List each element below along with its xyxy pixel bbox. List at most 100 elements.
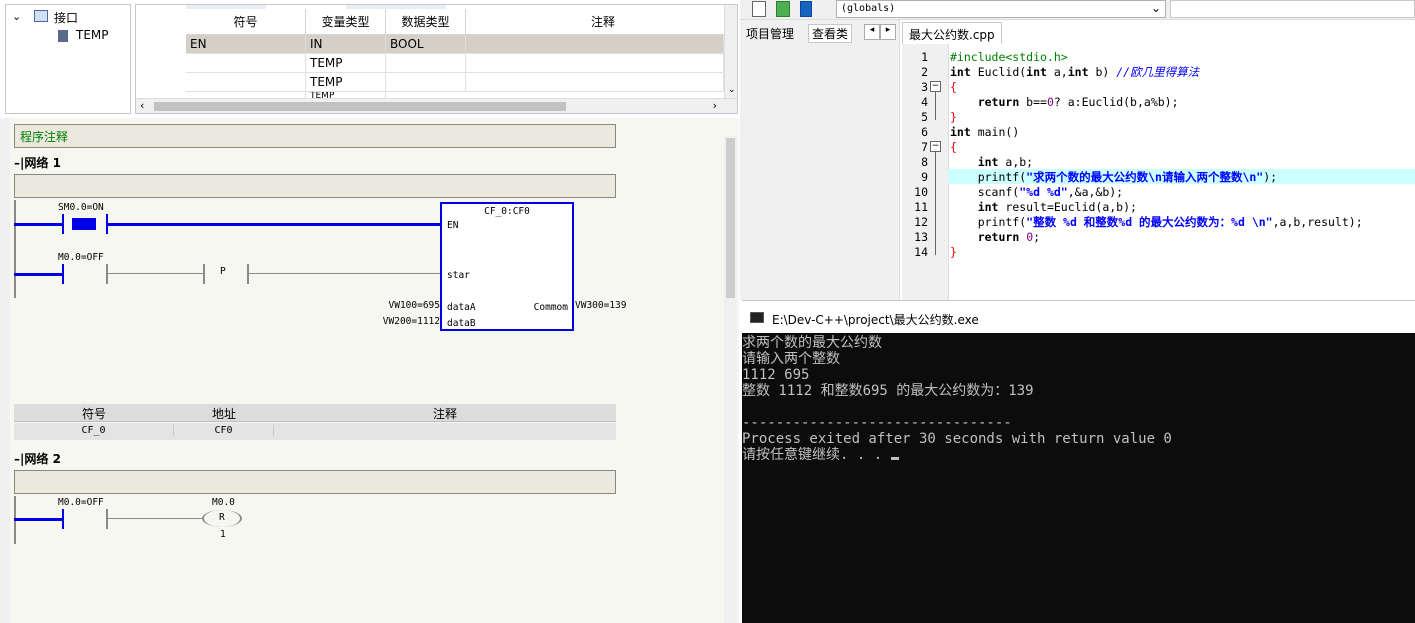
console-output[interactable]: 求两个数的最大公约数 请输入两个整数 1112 695 整数 1112 和整数6…	[742, 333, 1415, 623]
console-app-icon	[750, 312, 764, 323]
tree-item-interface[interactable]: 接口	[54, 9, 78, 26]
input-dataA-value[interactable]: VW100=695	[370, 300, 440, 311]
tree-item-temp[interactable]: TEMP	[76, 28, 109, 42]
line-number: 6	[921, 125, 928, 139]
line-number: 4	[921, 95, 928, 109]
pin-en: EN	[447, 220, 459, 231]
tab-scroll-right-icon[interactable]: ▸	[880, 24, 896, 40]
col-header-var-type[interactable]: 变量类型	[306, 9, 386, 35]
network-1-label[interactable]: –|网络 1	[14, 154, 61, 171]
pin-dataB: dataB	[447, 318, 476, 329]
line-number: 5	[921, 110, 928, 124]
contact-m0[interactable]	[62, 264, 64, 284]
console-window: E:\Dev-C++\project\最大公约数.exe 求两个数的最大公约数 …	[742, 300, 1415, 623]
code-line: int result=Euclid(a,b);	[977, 200, 1137, 214]
program-comment-box[interactable]: 程序注释	[14, 124, 616, 148]
line-number: 13	[914, 230, 928, 244]
line-number: 1	[921, 50, 928, 64]
code-line: return b==0? a:Euclid(b,a%b);	[977, 95, 1179, 109]
code-line: }	[950, 110, 957, 124]
code-line: int Euclid(int a,int b) //欧几里得算法	[950, 65, 1200, 79]
dev-cpp-ide: (globals) ⌄ 项目管理 查看类 ◂ ▸ 最大公约数.cpp	[740, 0, 1415, 300]
ide-toolbar: (globals) ⌄	[740, 0, 1415, 20]
globals-select[interactable]: (globals) ⌄	[836, 0, 1166, 18]
table-row[interactable]: CF_0 CF0	[14, 423, 616, 440]
code-line: {	[950, 80, 957, 94]
ladder-editor-panel: ⌄ 接口 TEMP 符号 变量类型 数据类型 注释 EN IN BOOL TEM…	[0, 0, 739, 623]
console-title: E:\Dev-C++\project\最大公约数.exe	[772, 313, 979, 327]
collapse-icon[interactable]: ⌄	[12, 10, 21, 23]
line-number: 2	[921, 65, 928, 79]
function-block-cf0[interactable]: CF_0:CF0 EN star dataA dataB Commom	[440, 202, 574, 331]
console-line: 请输入两个整数	[742, 351, 840, 367]
contact-sm0[interactable]	[72, 218, 96, 230]
contact-m0-2-label: M0.0=OFF	[58, 497, 104, 508]
contact-sm0-label: SM0.0=ON	[58, 202, 104, 213]
col-header-data-type[interactable]: 数据类型	[386, 9, 466, 35]
network-1-comment[interactable]	[14, 174, 616, 198]
project-pane: 项目管理 查看类 ◂ ▸	[740, 20, 900, 300]
line-number: 7	[921, 140, 928, 154]
pin-dataA: dataA	[447, 302, 476, 313]
sym-col-comment: 注释	[432, 407, 457, 421]
output-value[interactable]: VW300=139	[575, 300, 626, 311]
add-file-icon[interactable]	[776, 1, 790, 17]
code-line: printf("求两个数的最大公约数\n请输入两个整数\n");	[950, 170, 1278, 184]
console-line: Process exited after 30 seconds with ret…	[742, 431, 1172, 447]
console-titlebar[interactable]: E:\Dev-C++\project\最大公约数.exe	[742, 300, 1415, 333]
code-line: printf("整数 %d 和整数%d 的最大公约数为：%d \n",a,b,r…	[950, 215, 1363, 229]
new-file-icon[interactable]	[752, 1, 766, 17]
input-dataB-value[interactable]: VW200=1112	[360, 316, 440, 327]
program-comment: 程序注释	[20, 130, 69, 144]
cursor-icon	[890, 457, 899, 460]
interface-icon	[34, 10, 48, 22]
interface-tree: ⌄ 接口 TEMP	[5, 4, 131, 114]
line-number: 9	[921, 170, 928, 184]
line-number: 11	[914, 200, 928, 214]
code-line: int main()	[950, 125, 1020, 139]
code-line: return 0;	[977, 230, 1041, 244]
tab-project-manager[interactable]: 项目管理	[746, 25, 794, 42]
file-tab[interactable]: 最大公约数.cpp	[902, 22, 1002, 44]
col-header-comment[interactable]: 注释	[466, 9, 737, 35]
network-2-label[interactable]: –|网络 2	[14, 450, 61, 467]
fold-icon[interactable]: −	[930, 141, 941, 152]
coil-type: R	[219, 512, 225, 523]
code-line: }	[950, 245, 957, 259]
code-line: #include<stdio.h>	[950, 50, 1068, 64]
coil-count: 1	[220, 529, 226, 540]
line-number: 10	[914, 185, 928, 199]
pin-commom: Commom	[533, 302, 568, 313]
line-number: 3	[921, 80, 928, 94]
power-rail	[14, 200, 16, 298]
remove-file-icon[interactable]	[800, 1, 812, 17]
code-line: scanf("%d %d",&a,&b);	[950, 185, 1124, 199]
col-header-symbol[interactable]: 符号	[186, 9, 306, 35]
console-line: 请按任意键继续. . .	[742, 447, 899, 463]
contact-m0-label: M0.0=OFF	[58, 252, 104, 263]
contact-m0-2[interactable]	[62, 509, 64, 529]
tab-scroll-left-icon[interactable]: ◂	[864, 24, 880, 40]
console-line: --------------------------------	[742, 415, 1012, 431]
network-2-comment[interactable]	[14, 470, 616, 494]
vertical-scrollbar[interactable]: ⌄	[724, 5, 737, 100]
code-line: int a,b;	[977, 155, 1034, 169]
interface-table: 符号 变量类型 数据类型 注释 EN IN BOOL TEMP TEMP TEM…	[135, 4, 738, 114]
line-number: 14	[914, 245, 928, 259]
tab-class-view[interactable]: 查看类	[808, 24, 853, 43]
line-number: 8	[921, 155, 928, 169]
code-line: {	[950, 140, 957, 154]
sym-col-symbol: 符号	[81, 407, 106, 421]
console-line: 整数 1112 和整数695 的最大公约数为：139	[742, 383, 1034, 399]
horizontal-scrollbar[interactable]: ‹ ›	[136, 98, 737, 113]
sym-col-address: 地址	[211, 407, 236, 421]
console-line: 求两个数的最大公约数	[742, 335, 882, 351]
coil-address: M0.0	[212, 497, 235, 508]
ladder-program: 程序注释 –|网络 1 SM0.0=ON M0.0=OFF P CF_0:CF0…	[0, 118, 739, 623]
pin-star: star	[447, 270, 470, 281]
ladder-vertical-scrollbar[interactable]	[724, 136, 737, 623]
fold-icon[interactable]: −	[930, 81, 941, 92]
block-title: CF_0:CF0	[484, 206, 530, 217]
p-edge-label[interactable]: P	[220, 266, 226, 277]
line-number: 12	[914, 215, 928, 229]
